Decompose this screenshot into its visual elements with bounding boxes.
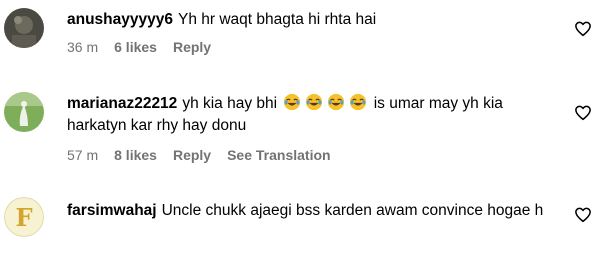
face-with-tears-of-joy-icon (306, 93, 323, 111)
heart-outline-icon[interactable] (574, 104, 592, 122)
comment-text: yh kia hay bhi (182, 95, 278, 112)
heart-outline-icon[interactable] (574, 206, 592, 224)
comment-text: Yh hr waqt bhagta hi rhta hai (178, 11, 377, 28)
heart-outline-icon[interactable] (574, 20, 592, 38)
face-with-tears-of-joy-icon (284, 93, 301, 111)
reply-button[interactable]: Reply (173, 39, 211, 55)
comment-username[interactable]: anushayyyyy6 (67, 11, 173, 28)
comment-time: 57 m (67, 147, 99, 163)
reply-button[interactable]: Reply (173, 147, 211, 163)
avatar[interactable] (4, 8, 44, 48)
comment-item: marianaz22212 yh kia hay bhi is umar may … (0, 84, 598, 180)
avatar[interactable] (4, 92, 44, 132)
comment-time: 36 m (67, 39, 99, 55)
face-with-tears-of-joy-icon (350, 93, 367, 111)
svg-text:F: F (15, 203, 32, 232)
comment-text: Uncle chukk ajaegi bss karden awam convi… (161, 202, 544, 219)
comment-username[interactable]: farsimwahaj (67, 202, 157, 219)
see-translation-link[interactable]: See Translation (227, 147, 330, 163)
avatar[interactable]: F (4, 197, 44, 237)
comment-username[interactable]: marianaz22212 (67, 95, 177, 112)
likes-count[interactable]: 8 likes (114, 147, 157, 163)
likes-count[interactable]: 6 likes (114, 39, 157, 55)
face-with-tears-of-joy-icon (328, 93, 345, 111)
comment-item: anushayyyyy6 Yh hr waqt bhagta hi rhta ha… (0, 0, 598, 72)
comment-item: F farsimwahaj Uncle chukk ajaegi bss kard… (0, 190, 598, 254)
